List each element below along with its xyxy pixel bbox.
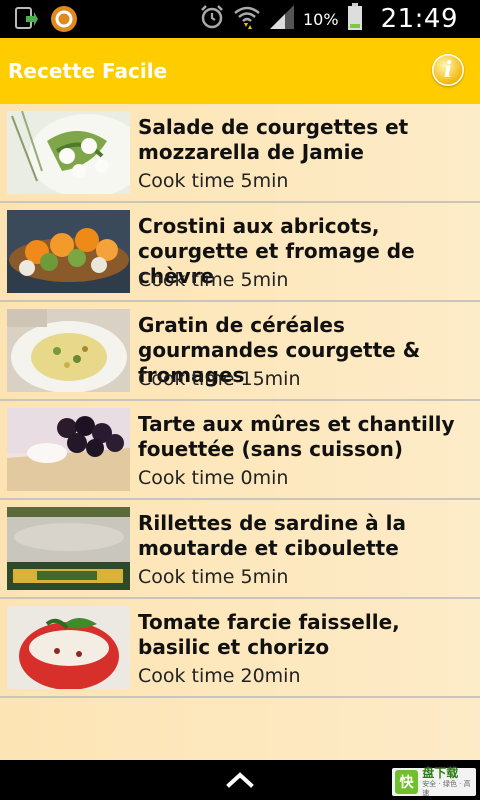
recipe-item[interactable]: Gratin de céréales gourmandes courgette … xyxy=(0,302,480,401)
recipe-item[interactable]: Tarte aux mûres et chantilly fouettée (s… xyxy=(0,401,480,500)
status-bar: 10% 21:49 xyxy=(0,0,480,38)
badge-main-text: 盘下载 xyxy=(422,765,459,780)
cook-time-value: 20min xyxy=(240,665,301,687)
recipe-item[interactable]: Salade de courgettes et mozzarella de Ja… xyxy=(0,104,480,203)
recipe-thumbnail xyxy=(7,309,130,392)
recipe-title: Tarte aux mûres et chantilly fouettée (s… xyxy=(138,412,455,461)
cook-time-value: 5min xyxy=(240,566,289,588)
clock: 21:49 xyxy=(380,4,458,34)
cook-time: Cook time 20min xyxy=(138,665,301,687)
recipe-thumbnail xyxy=(7,210,130,293)
nav-bar: 快 盘下载 安全 · 绿色 · 高速 xyxy=(0,760,480,800)
recipe-thumbnail xyxy=(7,111,130,194)
cook-time-label: Cook time xyxy=(138,368,235,390)
info-glyph: i xyxy=(443,57,453,83)
download-icon xyxy=(14,6,38,36)
badge-logo: 快 xyxy=(395,770,419,794)
recipe-title: Salade de courgettes et mozzarella de Ja… xyxy=(138,115,409,164)
cook-time-label: Cook time xyxy=(138,269,235,291)
cook-time: Cook time 5min xyxy=(138,269,288,291)
chevron-up-icon[interactable] xyxy=(226,772,254,792)
battery-icon xyxy=(347,3,363,35)
cook-time-value: 5min xyxy=(240,269,289,291)
cook-time-label: Cook time xyxy=(138,170,235,192)
cook-time-value: 15min xyxy=(240,368,301,390)
app-icon xyxy=(50,5,78,37)
cook-time: Cook time 5min xyxy=(138,566,288,588)
cook-time: Cook time 0min xyxy=(138,467,288,489)
recipe-item[interactable]: Rillettes de sardine à la moutarde et ci… xyxy=(0,500,480,599)
cook-time-label: Cook time xyxy=(138,665,235,687)
cook-time-label: Cook time xyxy=(138,467,235,489)
cook-time-label: Cook time xyxy=(138,566,235,588)
signal-icon xyxy=(269,4,295,34)
alarm-icon xyxy=(199,4,225,34)
info-icon[interactable]: i xyxy=(432,54,464,86)
recipe-item[interactable]: Tomate farcie faisselle, basilic et chor… xyxy=(0,599,480,698)
recipe-title: Tomate farcie faisselle, basilic et chor… xyxy=(138,610,400,659)
cook-time: Cook time 5min xyxy=(138,170,288,192)
battery-percent: 10% xyxy=(303,9,339,29)
recipe-thumbnail xyxy=(7,408,130,491)
cook-time: Cook time 15min xyxy=(138,368,301,390)
app-title: Recette Facile xyxy=(8,59,168,83)
cook-time-value: 5min xyxy=(240,170,289,192)
recipe-thumbnail xyxy=(7,606,130,689)
action-bar: Recette Facile i xyxy=(0,38,480,104)
recipe-item[interactable]: Crostini aux abricots, courgette et from… xyxy=(0,203,480,302)
wifi-icon xyxy=(233,4,261,34)
watermark-badge: 快 盘下载 安全 · 绿色 · 高速 xyxy=(392,765,476,797)
badge-sub-text: 安全 · 绿色 · 高速 xyxy=(422,779,471,797)
recipe-list[interactable]: Salade de courgettes et mozzarella de Ja… xyxy=(0,104,480,760)
cook-time-value: 0min xyxy=(240,467,289,489)
recipe-title: Rillettes de sardine à la moutarde et ci… xyxy=(138,511,406,560)
recipe-thumbnail xyxy=(7,507,130,590)
